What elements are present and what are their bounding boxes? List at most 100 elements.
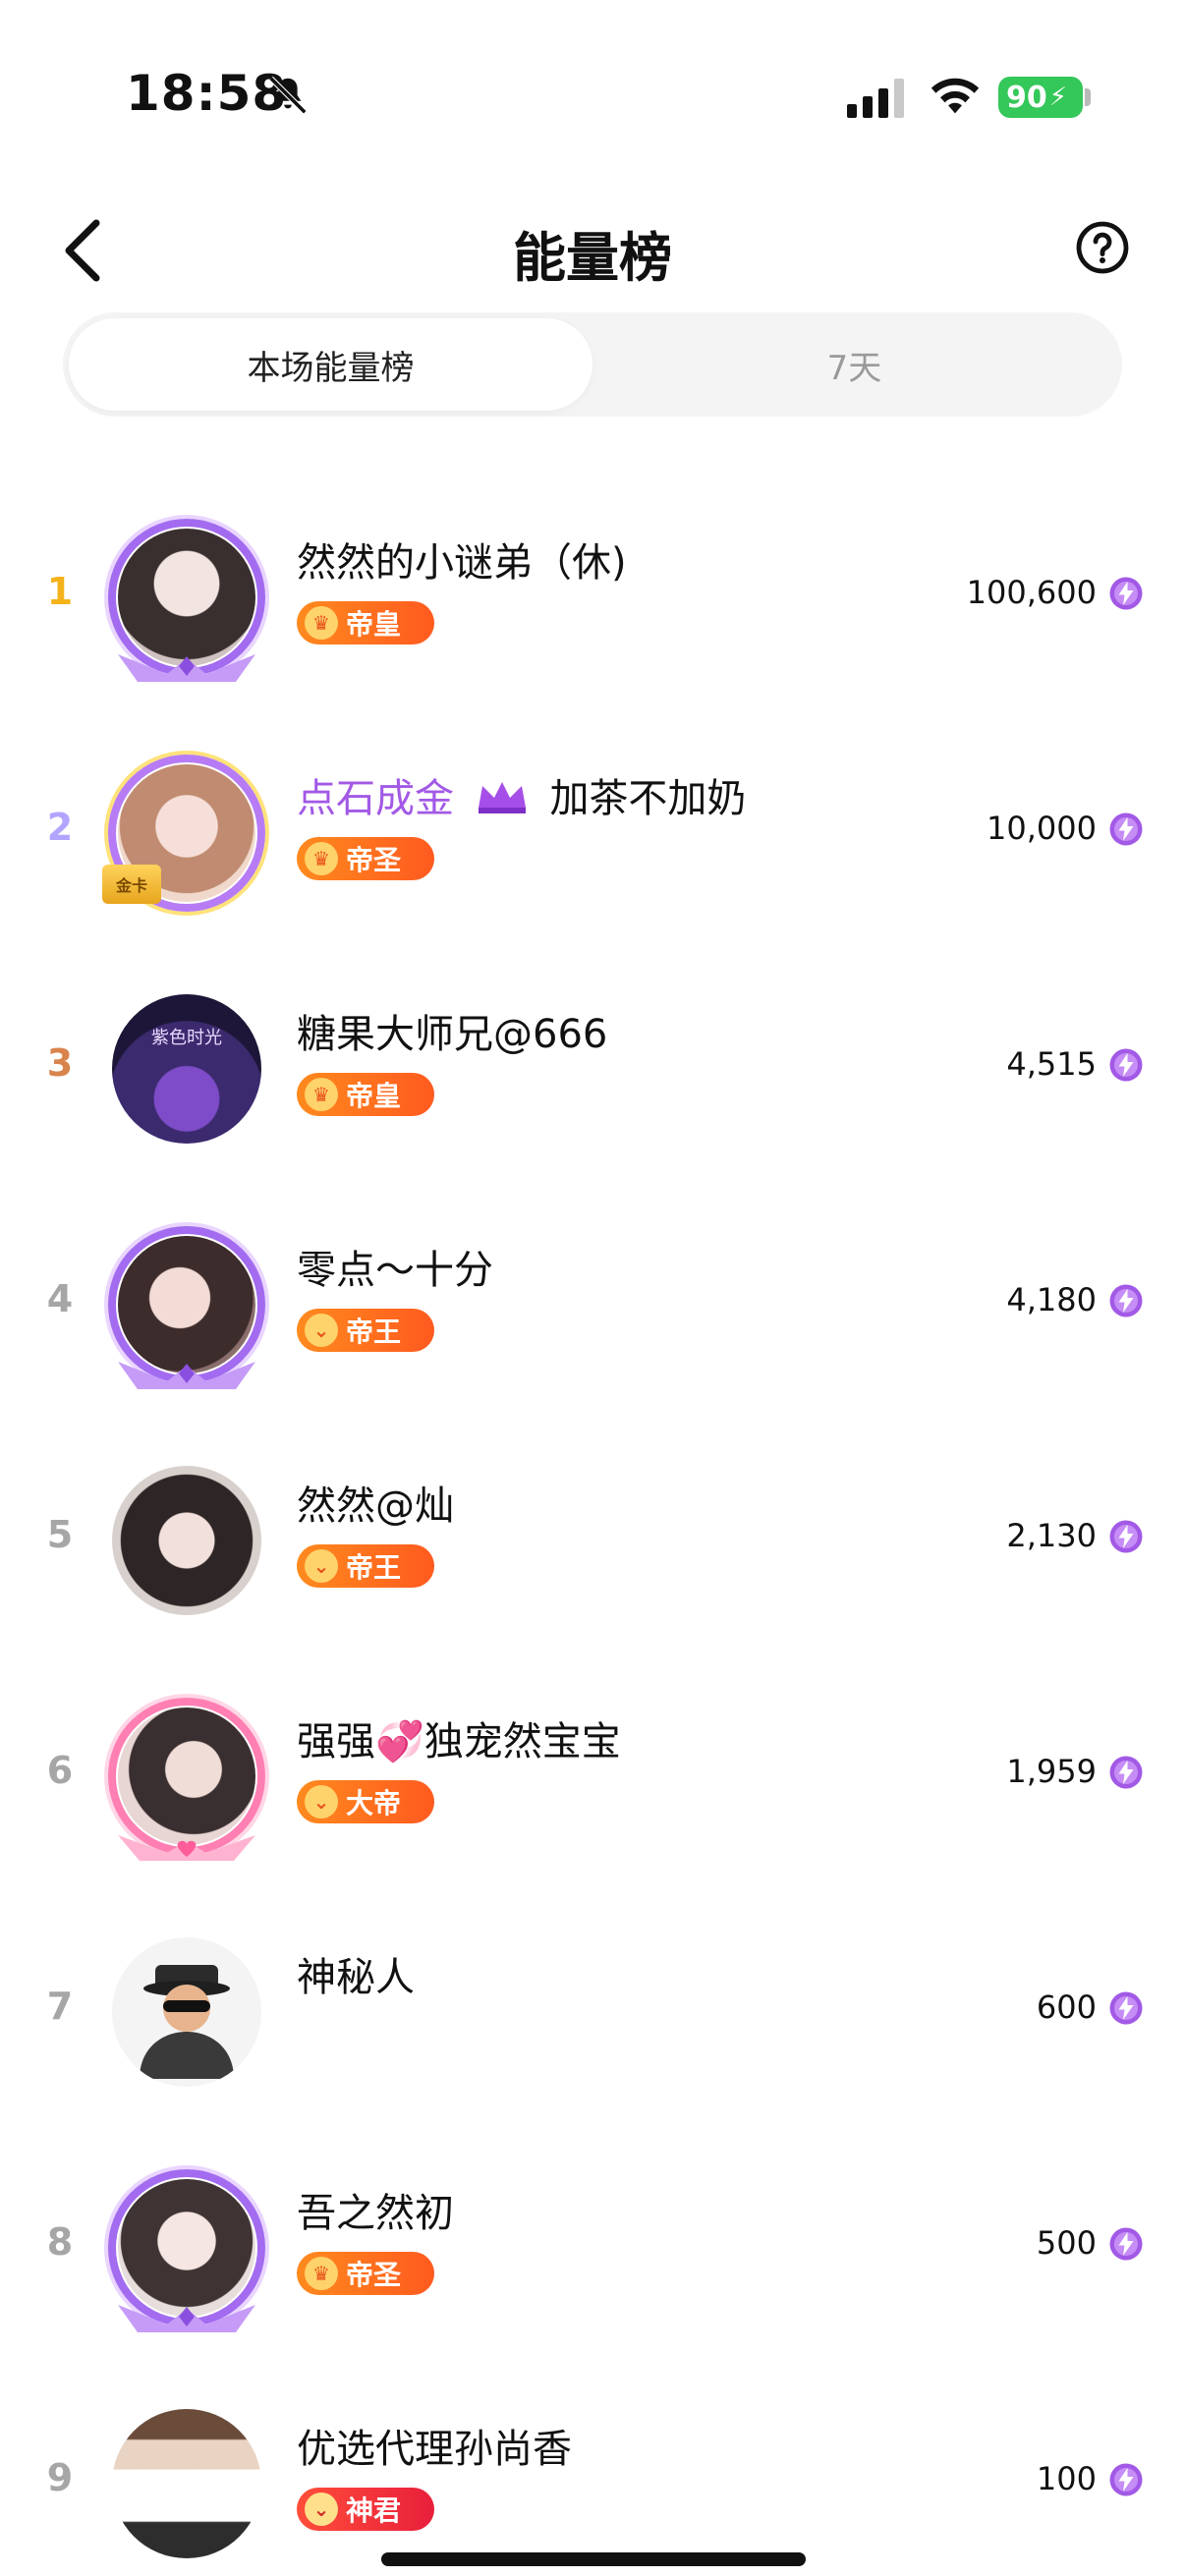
user-name-main: 加茶不加奶 bbox=[549, 776, 747, 821]
crown-badge-icon: ♛ bbox=[305, 606, 338, 640]
purple-crown-icon bbox=[478, 782, 526, 813]
energy-bolt-icon bbox=[1109, 1048, 1143, 1082]
energy-bolt-icon bbox=[1109, 2463, 1143, 2496]
user-name-prefix: 点石成金 bbox=[297, 776, 454, 821]
avatar[interactable] bbox=[108, 519, 265, 682]
rank-number: 3 bbox=[46, 1041, 74, 1085]
mystery-person-icon bbox=[112, 1937, 261, 2087]
level-badge: ⌄ 帝王 bbox=[297, 1544, 434, 1588]
rank-number: 8 bbox=[46, 2220, 74, 2264]
crown-badge-icon: ♛ bbox=[305, 1078, 338, 1111]
energy-bolt-icon bbox=[1109, 1520, 1143, 1553]
avatar-frame-heart-wings-icon bbox=[118, 1835, 255, 1861]
user-name: 强强💞独宠然宝宝 bbox=[297, 1719, 621, 1764]
level-badge: ♛ 帝皇 bbox=[297, 601, 434, 644]
rank-number: 1 bbox=[46, 570, 74, 613]
level-badge-label: 帝皇 bbox=[346, 1080, 402, 1112]
energy-score: 1,959 bbox=[1006, 1753, 1097, 1790]
user-name: 然然@灿 bbox=[297, 1484, 454, 1529]
energy-bolt-icon bbox=[1109, 1991, 1143, 2025]
energy-score: 500 bbox=[1036, 2224, 1097, 2262]
chevron-rank-icon: ⌄ bbox=[305, 1314, 338, 1347]
chevron-rank-icon: ⌄ bbox=[305, 1785, 338, 1819]
leaderboard-tabs: 本场能量榜 7天 bbox=[63, 312, 1122, 417]
ranking-row[interactable]: 7 神秘人 600 bbox=[0, 1886, 1185, 2122]
rank-number: 4 bbox=[46, 1277, 74, 1320]
rank-number: 7 bbox=[46, 1985, 74, 2028]
energy-score: 10,000 bbox=[987, 810, 1097, 847]
avatar[interactable] bbox=[108, 2405, 265, 2562]
energy-score: 4,515 bbox=[1006, 1045, 1097, 1083]
status-bar: 18:58 90 ⚡ bbox=[0, 0, 1185, 196]
ranking-row[interactable]: 6 强强💞独宠然宝宝 ⌄ 大帝 1,959 bbox=[0, 1651, 1185, 1886]
avatar[interactable] bbox=[108, 1226, 265, 1389]
user-name: 神秘人 bbox=[297, 1955, 415, 2000]
cellular-signal-icon bbox=[847, 79, 904, 118]
avatar-photo bbox=[112, 1466, 261, 1615]
avatar[interactable] bbox=[108, 2169, 265, 2332]
ranking-row[interactable]: 1 然然的小谜弟（休) ♛ 帝皇 100,600 bbox=[0, 472, 1185, 707]
user-name: 然然的小谜弟（休) bbox=[297, 540, 627, 586]
ranking-row[interactable]: 8 吾之然初 ♛ 帝圣 500 bbox=[0, 2122, 1185, 2358]
ranking-row[interactable]: 5 然然@灿 ⌄ 帝王 2,130 bbox=[0, 1415, 1185, 1651]
battery-tip bbox=[1085, 88, 1091, 106]
user-name: 优选代理孙尚香 bbox=[297, 2427, 572, 2472]
charging-bolt-icon: ⚡ bbox=[1048, 83, 1068, 112]
avatar-photo bbox=[112, 2409, 261, 2558]
gold-card-tag: 金卡 bbox=[102, 865, 161, 904]
level-badge-label: 帝圣 bbox=[346, 2259, 402, 2291]
level-badge: ♛ 帝圣 bbox=[297, 837, 434, 880]
avatar[interactable] bbox=[108, 1462, 265, 1619]
tab-7-days[interactable]: 7天 bbox=[592, 318, 1116, 411]
user-name: 糖果大师兄@666 bbox=[297, 1012, 608, 1057]
ranking-row[interactable]: 3 紫色时光 糖果大师兄@666 ♛ 帝皇 4,515 bbox=[0, 943, 1185, 1179]
rank-number: 9 bbox=[46, 2456, 74, 2499]
avatar[interactable] bbox=[108, 1933, 265, 2091]
energy-score: 600 bbox=[1036, 1988, 1097, 2026]
avatar-caption: 紫色时光 bbox=[151, 1028, 222, 1048]
gold-card-label: 金卡 bbox=[115, 876, 147, 895]
rank-number: 5 bbox=[46, 1513, 74, 1556]
level-badge: ♛ 帝圣 bbox=[297, 2252, 434, 2295]
avatar[interactable] bbox=[108, 1698, 265, 1861]
avatar[interactable]: 紫色时光 bbox=[108, 990, 265, 1148]
avatar-frame-wings-icon bbox=[118, 654, 255, 682]
avatar-frame-wings-icon bbox=[118, 2305, 255, 2332]
user-name: 吾之然初 bbox=[297, 2191, 454, 2236]
level-badge-label: 帝王 bbox=[346, 1316, 402, 1348]
ranking-row[interactable]: 2 金卡 点石成金 加茶不加奶 ♛ 帝圣 10,000 bbox=[0, 707, 1185, 943]
level-badge-label: 大帝 bbox=[346, 1787, 402, 1820]
energy-bolt-icon bbox=[1109, 812, 1143, 846]
avatar-frame-wings-icon bbox=[118, 1362, 255, 1389]
ranking-row[interactable]: 4 零点～十分 ⌄ 帝王 4,180 bbox=[0, 1179, 1185, 1415]
energy-score: 100,600 bbox=[966, 574, 1097, 611]
tab-current-session[interactable]: 本场能量榜 bbox=[69, 318, 592, 411]
level-badge: ♛ 帝皇 bbox=[297, 1073, 434, 1116]
chevron-rank-icon: ⌄ bbox=[305, 1549, 338, 1583]
level-badge-label: 帝皇 bbox=[346, 608, 402, 641]
home-indicator[interactable] bbox=[381, 2552, 806, 2566]
battery-indicator: 90 ⚡ bbox=[998, 77, 1083, 118]
wifi-icon bbox=[931, 78, 980, 114]
user-name: 零点～十分 bbox=[297, 1248, 493, 1293]
level-badge: ⌄ 帝王 bbox=[297, 1309, 434, 1352]
status-time: 18:58 bbox=[126, 65, 288, 122]
ranking-row[interactable]: 9 优选代理孙尚香 ⌄ 神君 100 bbox=[0, 2358, 1185, 2576]
energy-bolt-icon bbox=[1109, 577, 1143, 610]
page-title: 能量榜 bbox=[513, 227, 672, 289]
help-question-icon[interactable] bbox=[1075, 220, 1130, 275]
energy-bolt-icon bbox=[1109, 1284, 1143, 1317]
rank-number: 2 bbox=[46, 806, 74, 849]
crown-badge-icon: ♛ bbox=[305, 842, 338, 875]
energy-score: 2,130 bbox=[1006, 1517, 1097, 1554]
battery-level: 90 bbox=[1006, 80, 1047, 115]
avatar[interactable]: 金卡 bbox=[102, 755, 265, 912]
level-badge-label: 帝圣 bbox=[346, 844, 402, 876]
chevron-rank-icon: ⌄ bbox=[305, 2492, 338, 2526]
energy-bolt-icon bbox=[1109, 1756, 1143, 1789]
bell-muted-icon bbox=[268, 76, 308, 115]
energy-bolt-icon bbox=[1109, 2227, 1143, 2261]
level-badge: ⌄ 神君 bbox=[297, 2488, 434, 2531]
level-badge-label: 神君 bbox=[346, 2494, 402, 2527]
rank-number: 6 bbox=[46, 1749, 74, 1792]
